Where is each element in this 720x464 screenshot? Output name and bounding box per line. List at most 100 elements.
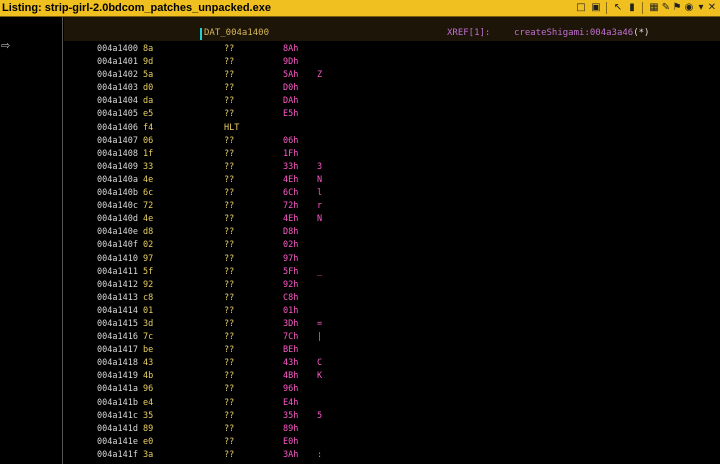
listing-row[interactable]: 004a141d 89?? 89h <box>64 423 720 436</box>
listing-row[interactable]: 004a1411 5f?? 5Fh _ <box>64 266 720 279</box>
listing-row[interactable]: 004a1413 c8?? C8h <box>64 292 720 305</box>
paste-icon[interactable]: ▣ <box>590 1 602 13</box>
listing-row[interactable]: 004a140d 4e?? 4Eh N <box>64 213 720 226</box>
listing-row[interactable]: 004a1415 3d?? 3Dh = <box>64 318 720 331</box>
address-cell: 004a141e <box>97 436 138 447</box>
listing-row[interactable]: 004a1419 4b?? 4Bh K <box>64 370 720 383</box>
snapshot-icon[interactable]: ▦ <box>648 1 660 13</box>
value-cell: 01h <box>283 305 299 316</box>
listing-row[interactable]: 004a1406 f4 HLT <box>64 122 720 135</box>
address-cell: 004a1412 <box>97 279 138 290</box>
address-cell: 004a140c <box>97 201 138 212</box>
mnemonic-cell: ?? <box>224 188 235 199</box>
listing-row[interactable]: 004a1417 be?? BEh <box>64 344 720 357</box>
listing-row[interactable]: 004a1410 97?? 97h <box>64 253 720 266</box>
address-cell: 004a1405 <box>97 109 138 120</box>
byte-cell: 1f <box>143 148 154 159</box>
xref-mark: (*) <box>633 28 650 38</box>
byte-cell: e0 <box>143 436 154 447</box>
mnemonic-cell: ?? <box>224 410 235 421</box>
byte-cell: d0 <box>143 83 154 94</box>
xref-label: XREF[1]: <box>447 28 491 38</box>
char-cell: K <box>317 371 323 382</box>
listing-row[interactable]: 004a140e d8?? D8h <box>64 226 720 239</box>
byte-cell: 06 <box>143 135 154 146</box>
char-cell: | <box>317 332 323 343</box>
byte-cell: 4e <box>143 214 154 225</box>
value-cell: 97h <box>283 253 299 264</box>
listing-row[interactable]: 004a1414 01?? 01h <box>64 305 720 318</box>
listing-row[interactable]: 004a1404 da?? DAh <box>64 95 720 108</box>
byte-cell: d8 <box>143 227 154 238</box>
data-label[interactable]: DAT_004a1400 <box>204 28 269 38</box>
listing-data-header[interactable]: DAT_004a1400 XREF[1]: createShigami:004a… <box>64 17 720 41</box>
address-cell: 004a1407 <box>97 135 138 146</box>
listing-row[interactable]: 004a1400 8a?? 8Ah <box>64 43 720 56</box>
mnemonic-cell: ?? <box>224 436 235 447</box>
byte-cell: 33 <box>143 161 154 172</box>
char-cell: 3 <box>317 161 323 172</box>
byte-cell: 96 <box>143 384 154 395</box>
address-cell: 004a1402 <box>97 70 138 81</box>
listing-row[interactable]: 004a1416 7c?? 7Ch | <box>64 331 720 344</box>
listing-row[interactable]: 004a1409 33?? 33h 3 <box>64 161 720 174</box>
value-cell: E0h <box>283 436 299 447</box>
byte-cell: 3a <box>143 449 154 460</box>
byte-cell: 43 <box>143 358 154 369</box>
listing-row[interactable]: 004a141b e4?? E4h <box>64 397 720 410</box>
mnemonic-cell: ?? <box>224 318 235 329</box>
camera-icon[interactable]: ◉ <box>683 1 695 13</box>
mnemonic-cell: ?? <box>224 305 235 316</box>
copy-icon[interactable]: □ <box>575 1 587 13</box>
address-cell: 004a1401 <box>97 57 138 68</box>
listing-margin[interactable]: ⇨ <box>0 17 64 464</box>
address-cell: 004a140e <box>97 227 138 238</box>
xref-target-text[interactable]: createShigami:004a3a46 <box>514 28 633 38</box>
flag-icon[interactable]: ⚑ <box>671 1 683 13</box>
byte-cell: 89 <box>143 423 154 434</box>
value-cell: 7Ch <box>283 332 299 343</box>
char-cell: = <box>317 318 323 329</box>
char-cell: C <box>317 358 323 369</box>
listing-row[interactable]: 004a140a 4e?? 4Eh N <box>64 174 720 187</box>
listing-row[interactable]: 004a140b 6c?? 6Ch l <box>64 187 720 200</box>
listing-row[interactable]: 004a1418 43?? 43h C <box>64 357 720 370</box>
address-cell: 004a1416 <box>97 332 138 343</box>
address-cell: 004a1413 <box>97 292 138 303</box>
listing-row[interactable]: 004a1408 1f?? 1Fh <box>64 148 720 161</box>
address-cell: 004a1408 <box>97 148 138 159</box>
listing-row[interactable]: 004a1412 92?? 92h <box>64 279 720 292</box>
listing-rows[interactable]: 004a1400 8a?? 8Ah 004a1401 9d?? 9Dh 004a1402 5a… <box>64 43 720 462</box>
mnemonic-cell: ?? <box>224 358 235 369</box>
address-cell: 004a1418 <box>97 358 138 369</box>
cursor-icon[interactable]: ↖ <box>612 1 624 13</box>
value-cell: D0h <box>283 83 299 94</box>
address-cell: 004a1410 <box>97 253 138 264</box>
byte-cell: 4e <box>143 174 154 185</box>
mnemonic-cell: ?? <box>224 332 235 343</box>
byte-cell: 6c <box>143 188 154 199</box>
address-cell: 004a1415 <box>97 318 138 329</box>
mnemonic-cell: ?? <box>224 240 235 251</box>
listing-row[interactable]: 004a1402 5a?? 5Ah Z <box>64 69 720 82</box>
arrow-icon[interactable]: ▮ <box>626 1 638 13</box>
listing-row[interactable]: 004a141c 35?? 35h 5 <box>64 410 720 423</box>
listing-row[interactable]: 004a141e e0?? E0h <box>64 436 720 449</box>
listing-row[interactable]: 004a141f 3a?? 3Ah: <box>64 449 720 462</box>
byte-cell: 3d <box>143 318 154 329</box>
listing-row[interactable]: 004a1405 e5?? E5h <box>64 108 720 121</box>
value-cell: 92h <box>283 279 299 290</box>
mnemonic-cell: ?? <box>224 70 235 81</box>
close-icon[interactable]: ✕ <box>706 1 718 13</box>
char-cell: N <box>317 174 323 185</box>
char-cell: 5 <box>317 410 323 421</box>
xref-target[interactable]: createShigami:004a3a46(*) <box>514 28 649 38</box>
listing-row[interactable]: 004a1407 06?? 06h <box>64 135 720 148</box>
byte-cell: 7c <box>143 332 154 343</box>
address-cell: 004a141d <box>97 423 138 434</box>
listing-row[interactable]: 004a141a 96?? 96h <box>64 383 720 396</box>
listing-row[interactable]: 004a140c 72?? 72h r <box>64 200 720 213</box>
listing-row[interactable]: 004a140f 02?? 02h <box>64 239 720 252</box>
listing-row[interactable]: 004a1403 d0?? D0h <box>64 82 720 95</box>
listing-row[interactable]: 004a1401 9d?? 9Dh <box>64 56 720 69</box>
